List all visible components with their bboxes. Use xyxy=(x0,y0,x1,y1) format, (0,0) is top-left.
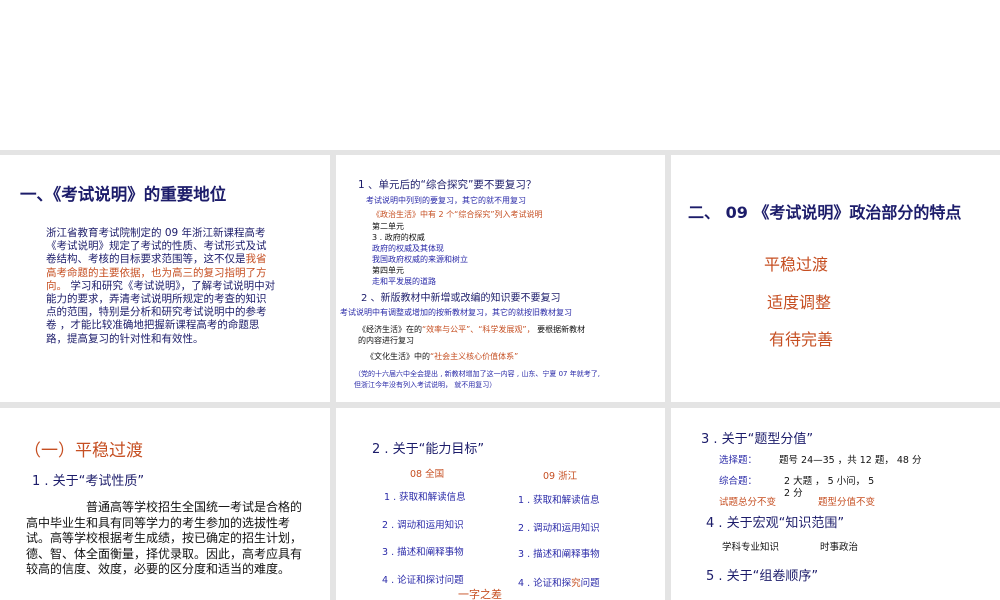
slide-title: 2 . 关于“能力目标” xyxy=(372,442,485,457)
column-header: 08 全国 xyxy=(410,469,445,480)
line: 第四单元 xyxy=(372,266,404,275)
question-1: 1 、单元后的“综合探究”要不要复习？ xyxy=(358,179,537,191)
value: 题号 24—35 ，共 12 题， 48 分 xyxy=(779,455,922,466)
slide-title: 二、 09 《考试说明》政治部分的特点 xyxy=(688,203,962,222)
highlight-text: “效率与公平”、“科学发展观”， xyxy=(422,325,535,334)
feature-item: 有待完善 xyxy=(769,330,834,349)
text: 《文化生活》中的 xyxy=(366,352,430,361)
line: 我国政府权威的来源和树立 xyxy=(372,255,468,264)
ability-item: 4 . 论证和探究问题 xyxy=(518,575,600,589)
line: 走和平发展的道路 xyxy=(372,277,436,286)
ability-item: 3 . 描述和阐释事物 xyxy=(382,547,464,558)
text: 学习和研究《考试说明》，了解考试说明中对能力的要求，弄清考试说明所规定的考查的知… xyxy=(46,279,276,345)
subtitle: 1 . 关于“考试性质” xyxy=(32,474,145,489)
column-header: 09 浙江 xyxy=(543,471,578,482)
line: 考试说明中有调整或增加的按新教材复习，其它的就按旧教材复习 xyxy=(340,308,572,317)
line: 3 . 政府的权威 xyxy=(372,233,425,242)
label: 选择题： xyxy=(719,455,758,466)
heading: 5 . 关于“组卷顺序” xyxy=(706,569,819,584)
line: 第二单元 xyxy=(372,222,404,231)
line: 但浙江今年没有列入考试说明， 就不用复习） xyxy=(354,381,497,389)
ability-item: 2 . 调动和运用知识 xyxy=(518,523,600,534)
feature-item: 平稳过渡 xyxy=(764,255,829,274)
note: 试题总分不变 xyxy=(719,497,777,508)
value: 时事政治 xyxy=(820,542,859,553)
slide-1[interactable]: 一、《考试说明》的重要地位 浙江省教育考试院制定的 09 年浙江新课程高考《考试… xyxy=(0,155,330,402)
ability-item: 4 . 论证和探讨问题 xyxy=(382,575,464,586)
slide-paragraph: 浙江省教育考试院制定的 09 年浙江新课程高考《考试说明》规定了考试的性质、考试… xyxy=(46,227,276,346)
ability-item: 3 . 描述和阐释事物 xyxy=(518,549,600,560)
slide-5[interactable]: 2 . 关于“能力目标” 08 全国 09 浙江 1 . 获取和解读信息 2 .… xyxy=(336,408,665,600)
text: 4 . 论证和探 xyxy=(518,578,572,589)
line: 《政治生活》中有 2 个“综合探究”列入考试说明 xyxy=(372,210,543,219)
value: 2 分 xyxy=(784,488,803,499)
slide-6[interactable]: 3 . 关于“题型分值” 选择题： 题号 24—35 ，共 12 题， 48 分… xyxy=(671,408,1000,600)
ability-item: 1 . 获取和解读信息 xyxy=(518,495,600,506)
line: 考试说明中列到的要复习，其它的就不用复习 xyxy=(366,196,526,205)
text: 问题 xyxy=(580,578,600,589)
line: （党的十六届六中全会提出 , 新教材增加了这一内容 , 山东、宁夏 07 年就考… xyxy=(354,370,600,378)
text: 浙江省教育考试院制定的 09 年浙江新课程高考《考试说明》规定了考试的性质、考试… xyxy=(46,227,267,266)
slide-grid: 一、《考试说明》的重要地位 浙江省教育考试院制定的 09 年浙江新课程高考《考试… xyxy=(0,150,1000,600)
slide-3[interactable]: 二、 09 《考试说明》政治部分的特点 平稳过渡 适度调整 有待完善 xyxy=(671,155,1000,402)
label: 综合题： xyxy=(719,476,758,487)
question-2: 2 、新版教材中新增或改编的知识要不要复习 xyxy=(361,293,561,304)
note: 题型分值不变 xyxy=(818,497,876,508)
text: 要根据新教材 xyxy=(534,325,586,334)
slide-title: （一）平稳过渡 xyxy=(24,441,143,461)
line: 政府的权威及其体现 xyxy=(372,244,444,253)
feature-item: 适度调整 xyxy=(767,293,832,312)
highlight-text: 究 xyxy=(571,578,581,589)
note: 一字之差 xyxy=(458,588,502,600)
slide-2[interactable]: 1 、单元后的“综合探究”要不要复习？ 考试说明中列到的要复习，其它的就不用复习… xyxy=(336,155,665,402)
line: 《经济生活》在的“效率与公平”、“科学发展观”， 要根据新教材 xyxy=(358,324,585,335)
line: 《文化生活》中的“社会主义核心价值体系” xyxy=(366,351,518,362)
slide-title: 一、《考试说明》的重要地位 xyxy=(20,185,227,204)
highlight-text: “社会主义核心价值体系” xyxy=(430,352,519,361)
ability-item: 2 . 调动和运用知识 xyxy=(382,520,464,531)
heading: 3 . 关于“题型分值” xyxy=(701,432,814,447)
ability-item: 1 . 获取和解读信息 xyxy=(384,492,466,503)
line: 的内容进行复习 xyxy=(358,336,414,345)
slide-4[interactable]: （一）平稳过渡 1 . 关于“考试性质” 普通高等学校招生全国统一考试是合格的高… xyxy=(0,408,330,600)
value: 学科专业知识 xyxy=(722,542,780,553)
text: 《经济生活》在的 xyxy=(358,325,422,334)
heading: 4 . 关于宏观“知识范围” xyxy=(706,516,845,531)
body-text: 普通高等学校招生全国统一考试是合格的高中毕业生和具有同等学力的考生参加的选拔性考… xyxy=(26,500,303,576)
